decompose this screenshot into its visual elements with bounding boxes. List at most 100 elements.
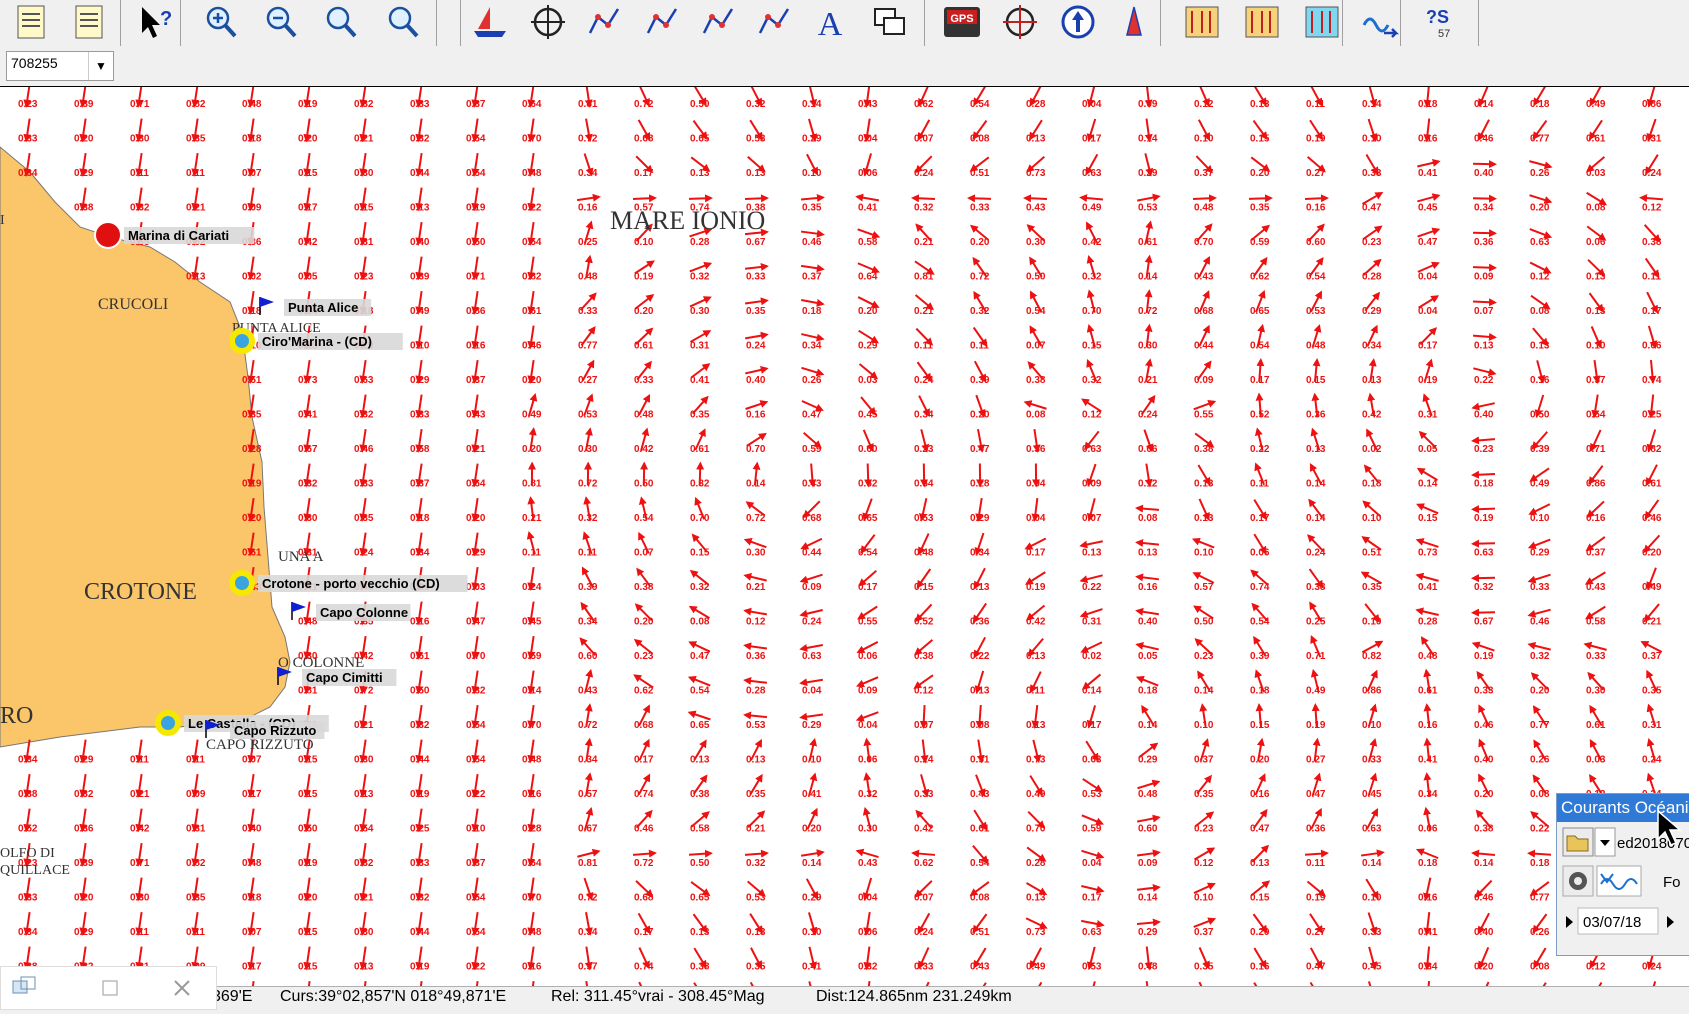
current-value: 0.30 [354, 927, 374, 938]
zoom-window-icon[interactable] [320, 2, 364, 42]
maximize-icon[interactable] [103, 981, 117, 995]
current-value: 0.74 [634, 962, 654, 973]
current-value: 0.14 [1362, 858, 1382, 869]
chevron-down-icon[interactable]: ▼ [88, 52, 113, 80]
current-graph-icon[interactable] [1597, 866, 1641, 896]
close-icon[interactable] [175, 981, 189, 995]
boat-icon[interactable] [468, 2, 512, 42]
zoom-area-icon[interactable] [382, 2, 426, 42]
currents-icon[interactable] [1358, 2, 1402, 42]
current-value: 0.21 [914, 237, 934, 248]
current-value: 0.61 [634, 341, 654, 352]
current-value: 0.36 [74, 824, 94, 835]
buoy-icon[interactable] [1112, 2, 1156, 42]
chart-map[interactable]: 0.230.390.710.820.480.190.320.330.370.64… [0, 87, 1689, 986]
toolbar-separator [120, 0, 121, 46]
mouse-cursor [1656, 809, 1686, 849]
scale-combo[interactable]: 708255 ▼ [6, 51, 114, 81]
current-value: 0.77 [1530, 134, 1550, 145]
current-value: 0.32 [690, 272, 710, 283]
current-value: 0.13 [746, 927, 766, 938]
current-value: 0.10 [1194, 893, 1214, 904]
current-value: 0.61 [1586, 720, 1606, 731]
current-value: 0.27 [1306, 927, 1326, 938]
tables-icon[interactable] [1180, 2, 1224, 42]
zoom-out-icon[interactable] [260, 2, 304, 42]
area-icon[interactable] [696, 2, 740, 42]
current-value: 0.53 [1082, 789, 1102, 800]
north-up-icon[interactable] [1056, 2, 1100, 42]
current-value: 0.49 [410, 306, 430, 317]
current-value: 0.34 [1474, 203, 1494, 214]
current-value: 0.33 [914, 789, 934, 800]
prev-date-icon[interactable] [1566, 916, 1573, 928]
measure-icon[interactable] [640, 2, 684, 42]
current-value: 0.15 [914, 582, 934, 593]
scale-value: 708255 [11, 55, 58, 71]
help-pointer-icon[interactable]: ? [134, 2, 178, 42]
open-folder-icon[interactable] [1563, 828, 1593, 856]
current-value: 0.61 [1418, 686, 1438, 697]
compass-icon[interactable] [998, 2, 1042, 42]
current-value: 0.36 [1026, 444, 1046, 455]
current-value: 0.11 [186, 755, 205, 766]
current-value: 0.34 [578, 927, 598, 938]
current-value: 0.71 [1306, 651, 1326, 662]
current-value: 0.73 [1026, 927, 1046, 938]
current-value: 0.86 [466, 306, 486, 317]
current-value: 0.23 [1362, 237, 1382, 248]
current-value: 0.35 [746, 789, 766, 800]
current-value: 0.15 [298, 962, 318, 973]
current-value: 0.54 [466, 893, 486, 904]
zoom-in-icon[interactable] [200, 2, 244, 42]
current-arrow [1249, 198, 1271, 199]
crosshair-icon[interactable] [526, 2, 570, 42]
current-value: 0.12 [746, 617, 766, 628]
notes-icon[interactable] [10, 2, 54, 42]
current-value: 0.36 [970, 617, 990, 628]
route-manager-icon[interactable] [68, 2, 112, 42]
current-value: 0.74 [1642, 375, 1662, 386]
layers-icon[interactable] [868, 2, 912, 42]
current-value: 0.04 [858, 720, 878, 731]
current-value: 0.37 [1194, 755, 1214, 766]
current-value: 0.16 [578, 203, 598, 214]
current-value: 0.23 [354, 272, 374, 283]
weather-icon[interactable] [1300, 2, 1344, 42]
chevron-down-icon[interactable] [1595, 828, 1615, 856]
current-value: 0.31 [354, 237, 374, 248]
current-value: 0.48 [242, 858, 262, 869]
waypoints-icon[interactable] [752, 2, 796, 42]
current-value: 0.38 [690, 962, 710, 973]
current-value: 0.12 [1586, 962, 1606, 973]
current-value: 0.29 [410, 375, 430, 386]
current-value: 0.48 [1138, 789, 1158, 800]
current-value: 0.48 [298, 617, 318, 628]
current-value: 0.17 [1082, 893, 1102, 904]
current-value: 0.35 [802, 203, 822, 214]
current-value: 0.34 [1418, 962, 1438, 973]
current-value: 0.02 [1082, 651, 1102, 662]
next-date-icon[interactable] [1667, 916, 1674, 928]
tide-icon[interactable]: ?S57 [1418, 2, 1462, 42]
current-value: 0.34 [18, 755, 38, 766]
current-arrow [913, 198, 935, 199]
current-value: 0.35 [354, 513, 374, 524]
restore-icon[interactable] [13, 977, 35, 993]
settings-gear-icon[interactable] [1563, 866, 1593, 896]
grid-icon[interactable] [1240, 2, 1284, 42]
current-value: 0.06 [1250, 548, 1270, 559]
current-value: 0.40 [1138, 617, 1158, 628]
current-value: 0.53 [1138, 203, 1158, 214]
current-value: 0.41 [1418, 168, 1438, 179]
current-value: 0.16 [1418, 720, 1438, 731]
gps-icon[interactable]: GPS [940, 2, 984, 42]
current-value: 0.10 [1586, 341, 1606, 352]
current-value: 0.18 [1138, 686, 1158, 697]
current-value: 0.10 [1362, 720, 1382, 731]
text-icon[interactable]: A [808, 2, 852, 42]
current-value: 0.41 [298, 410, 318, 421]
land-label: CAPO RIZZUTO [206, 737, 314, 753]
current-value: 0.62 [634, 686, 654, 697]
route-icon[interactable] [582, 2, 626, 42]
